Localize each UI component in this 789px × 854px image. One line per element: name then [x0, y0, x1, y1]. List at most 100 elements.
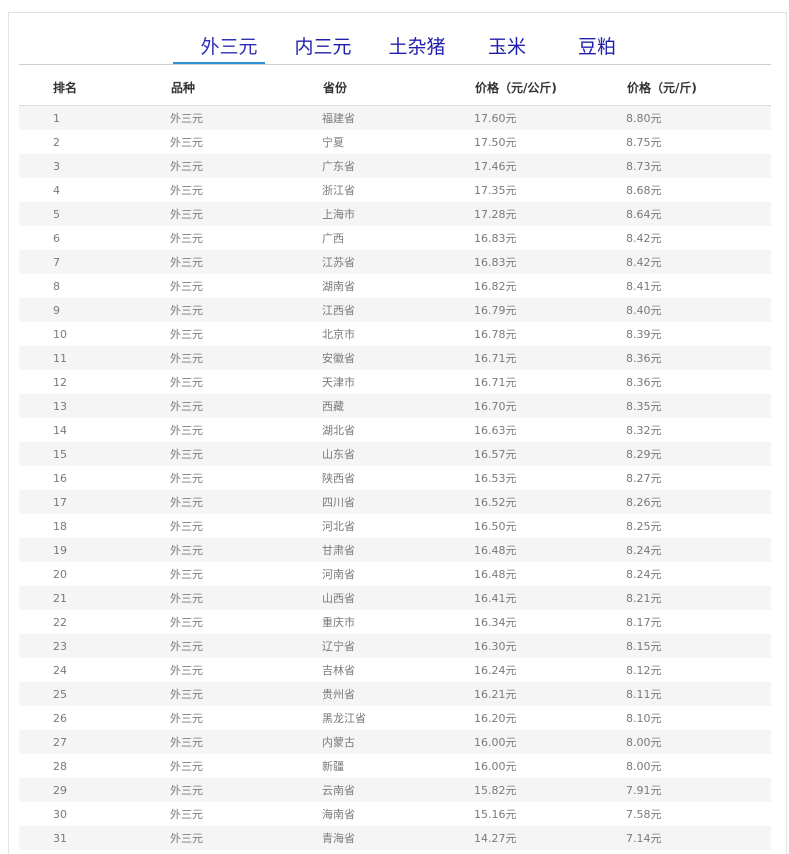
cell-price-per-kg: 14.27元	[474, 832, 517, 845]
table-row: 22 外三元 重庆市 16.34元 8.17元	[19, 610, 771, 634]
cell-rank: 25	[53, 687, 67, 701]
cell-province: 四川省	[322, 496, 355, 509]
cell-price-per-kg: 16.78元	[474, 328, 517, 341]
table-row: 10 外三元 北京市 16.78元 8.39元	[19, 322, 771, 346]
cell-price-per-jin: 7.91元	[626, 784, 662, 797]
cell-province: 山西省	[322, 592, 355, 605]
cell-variety: 外三元	[170, 664, 203, 677]
cell-province: 重庆市	[322, 616, 355, 629]
cell-price-per-jin: 8.24元	[626, 568, 662, 581]
cell-price-per-kg: 16.70元	[474, 400, 517, 413]
cell-province: 湖北省	[322, 424, 355, 437]
cell-variety: 外三元	[170, 544, 203, 557]
cell-variety: 外三元	[170, 808, 203, 821]
cell-variety: 外三元	[170, 280, 203, 293]
cell-price-per-kg: 16.48元	[474, 544, 517, 557]
cell-rank: 24	[53, 663, 67, 677]
cell-variety: 外三元	[170, 640, 203, 653]
cell-price-per-jin: 8.68元	[626, 184, 662, 197]
cell-province: 天津市	[322, 376, 355, 389]
cell-province: 上海市	[322, 208, 355, 221]
cell-rank: 2	[53, 135, 60, 149]
cell-province: 河南省	[322, 568, 355, 581]
cell-price-per-jin: 8.00元	[626, 760, 662, 773]
header-price-per-jin: 价格（元/斤)	[626, 69, 771, 106]
cell-province: 内蒙古	[322, 736, 355, 749]
cell-price-per-jin: 8.17元	[626, 616, 662, 629]
price-ranking-table: 排名 品种 省份 价格（元/公斤) 价格（元/斤) 1 外三元 福建省 17.60元 8…	[19, 69, 771, 850]
table-row: 15 外三元 山东省 16.57元 8.29元	[19, 442, 771, 466]
cell-province: 陕西省	[322, 472, 355, 485]
cell-rank: 18	[53, 519, 67, 533]
cell-price-per-kg: 16.24元	[474, 664, 517, 677]
cell-price-per-jin: 8.42元	[626, 256, 662, 269]
cell-rank: 21	[53, 591, 67, 605]
cell-rank: 23	[53, 639, 67, 653]
cell-variety: 外三元	[170, 760, 203, 773]
cell-price-per-kg: 16.83元	[474, 256, 517, 269]
table-row: 30 外三元 海南省 15.16元 7.58元	[19, 802, 771, 826]
cell-variety: 外三元	[170, 232, 203, 245]
cell-price-per-kg: 16.71元	[474, 376, 517, 389]
cell-price-per-jin: 8.27元	[626, 472, 662, 485]
table-row: 23 外三元 辽宁省 16.30元 8.15元	[19, 634, 771, 658]
table-row: 9 外三元 江西省 16.79元 8.40元	[19, 298, 771, 322]
cell-price-per-jin: 8.75元	[626, 136, 662, 149]
cell-price-per-kg: 16.63元	[474, 424, 517, 437]
cell-price-per-kg: 16.57元	[474, 448, 517, 461]
table-row: 28 外三元 新疆 16.00元 8.00元	[19, 754, 771, 778]
tab-nei-san-yuan[interactable]: 内三元	[281, 35, 365, 65]
cell-rank: 31	[53, 831, 67, 845]
cell-variety: 外三元	[170, 136, 203, 149]
cell-rank: 4	[53, 183, 60, 197]
cell-price-per-kg: 16.71元	[474, 352, 517, 365]
table-row: 1 外三元 福建省 17.60元 8.80元	[19, 105, 771, 130]
cell-rank: 19	[53, 543, 67, 557]
cell-variety: 外三元	[170, 832, 203, 845]
cell-province: 黑龙江省	[322, 712, 366, 725]
tab-wai-san-yuan[interactable]: 外三元	[183, 35, 275, 65]
cell-price-per-kg: 16.41元	[474, 592, 517, 605]
cell-variety: 外三元	[170, 736, 203, 749]
table-row: 24 外三元 吉林省 16.24元 8.12元	[19, 658, 771, 682]
tab-yu-mi[interactable]: 玉米	[477, 35, 537, 65]
cell-rank: 17	[53, 495, 67, 509]
cell-price-per-kg: 16.20元	[474, 712, 517, 725]
cell-price-per-jin: 8.15元	[626, 640, 662, 653]
cell-price-per-jin: 8.35元	[626, 400, 662, 413]
cell-variety: 外三元	[170, 448, 203, 461]
cell-province: 山东省	[322, 448, 355, 461]
cell-rank: 5	[53, 207, 60, 221]
cell-province: 辽宁省	[322, 640, 355, 653]
cell-price-per-jin: 7.14元	[626, 832, 662, 845]
cell-price-per-kg: 16.30元	[474, 640, 517, 653]
tab-dou-po[interactable]: 豆粕	[567, 35, 627, 65]
cell-rank: 28	[53, 759, 67, 773]
cell-price-per-jin: 8.36元	[626, 352, 662, 365]
cell-price-per-jin: 8.00元	[626, 736, 662, 749]
cell-price-per-jin: 8.21元	[626, 592, 662, 605]
cell-price-per-kg: 16.50元	[474, 520, 517, 533]
table-row: 29 外三元 云南省 15.82元 7.91元	[19, 778, 771, 802]
cell-variety: 外三元	[170, 304, 203, 317]
cell-rank: 30	[53, 807, 67, 821]
cell-rank: 27	[53, 735, 67, 749]
cell-variety: 外三元	[170, 400, 203, 413]
cell-variety: 外三元	[170, 616, 203, 629]
cell-price-per-kg: 16.52元	[474, 496, 517, 509]
header-rank: 排名	[19, 69, 170, 106]
header-province: 省份	[322, 69, 474, 106]
cell-variety: 外三元	[170, 256, 203, 269]
cell-price-per-jin: 8.29元	[626, 448, 662, 461]
cell-price-per-kg: 15.16元	[474, 808, 517, 821]
cell-variety: 外三元	[170, 568, 203, 581]
tab-tu-za-zhu[interactable]: 土杂猪	[375, 35, 459, 65]
cell-variety: 外三元	[170, 784, 203, 797]
cell-variety: 外三元	[170, 184, 203, 197]
table-row: 16 外三元 陕西省 16.53元 8.27元	[19, 466, 771, 490]
table-row: 8 外三元 湖南省 16.82元 8.41元	[19, 274, 771, 298]
table-row: 2 外三元 宁夏 17.50元 8.75元	[19, 130, 771, 154]
cell-price-per-jin: 8.64元	[626, 208, 662, 221]
cell-variety: 外三元	[170, 520, 203, 533]
table-row: 20 外三元 河南省 16.48元 8.24元	[19, 562, 771, 586]
